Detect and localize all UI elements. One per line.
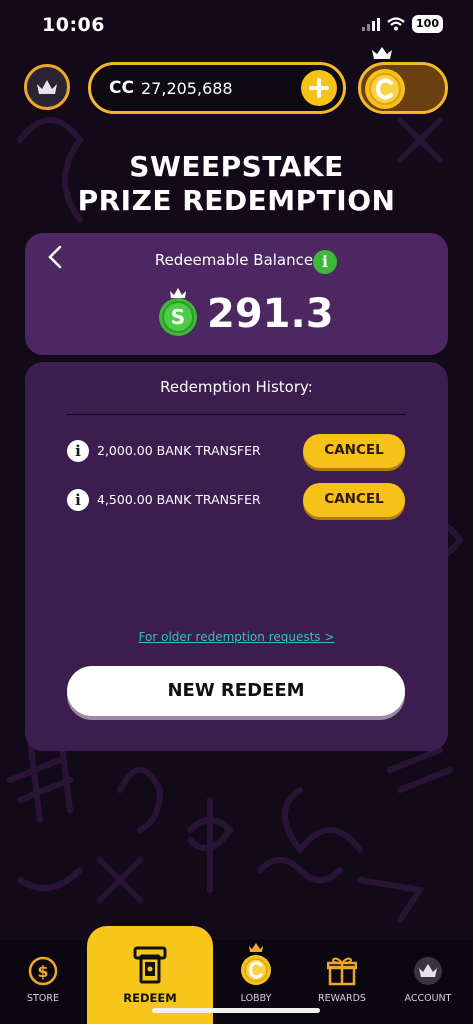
nav-label-redeem: REDEEM [123, 991, 177, 1005]
profile-crown-button[interactable] [24, 64, 70, 110]
coin-balance-pill: CC 27,205,688 [88, 62, 346, 114]
history-row: i 2,000.00 BANK TRANSFER CANCEL [67, 434, 407, 468]
balance-label: Redeemable Balance: [154, 251, 319, 269]
balance-card: Redeemable Balance: i S 291.3 [25, 233, 448, 355]
redeem-atm-icon [133, 946, 167, 984]
info-icon[interactable]: i [67, 440, 89, 462]
history-row: i 4,500.00 BANK TRANSFER CANCEL [67, 483, 407, 517]
info-icon[interactable]: i [67, 489, 89, 511]
plus-icon [309, 78, 329, 98]
new-redeem-button[interactable]: NEW REDEEM [67, 666, 405, 716]
sweeps-coin-icon: S [159, 288, 197, 336]
nav-label-lobby: LOBBY [240, 993, 272, 1004]
battery-indicator: 100 [412, 15, 443, 33]
older-requests-link[interactable]: For older redemption requests > [25, 630, 448, 644]
redemption-history-card: Redemption History: i 2,000.00 BANK TRAN… [25, 362, 448, 751]
page-title: SWEEPSTAKE PRIZE REDEMPTION [0, 150, 473, 218]
balance-value: 291.3 [207, 291, 334, 337]
toggle-crown-icon [372, 47, 392, 59]
currency-label: CC [109, 78, 134, 98]
nav-label-rewards: REWARDS [318, 993, 366, 1004]
status-bar: 10:06 100 [0, 0, 473, 52]
status-time: 10:06 [42, 14, 105, 36]
signal-icon [362, 17, 381, 31]
nav-item-account[interactable]: ACCOUNT [385, 940, 471, 1024]
nav-item-store[interactable]: $ STORE [0, 940, 86, 1024]
gift-icon [327, 957, 357, 986]
history-row-text: 2,000.00 BANK TRANSFER [97, 443, 261, 458]
svg-text:$: $ [37, 962, 48, 981]
nav-label-account: ACCOUNT [404, 993, 452, 1004]
status-icons: 100 [362, 15, 443, 33]
cancel-button[interactable]: CANCEL [303, 434, 405, 468]
gold-coin-icon [365, 69, 405, 109]
history-title: Redemption History: [160, 378, 313, 396]
cancel-button[interactable]: CANCEL [303, 483, 405, 517]
add-coins-button[interactable] [301, 70, 337, 106]
currency-value: 27,205,688 [141, 79, 233, 98]
balance-info-icon[interactable]: i [313, 250, 337, 274]
crown-avatar-icon [414, 957, 442, 985]
currency-toggle[interactable] [358, 62, 448, 114]
sweeps-coin-glyph: S [171, 305, 185, 329]
crown-icon [37, 80, 57, 94]
title-line-1: SWEEPSTAKE [129, 150, 344, 183]
nav-label-store: STORE [27, 993, 59, 1004]
top-header: CC 27,205,688 [0, 62, 473, 116]
title-line-2: PRIZE REDEMPTION [77, 184, 396, 217]
home-indicator[interactable] [152, 1008, 320, 1013]
wifi-icon [387, 17, 405, 31]
history-divider [67, 414, 406, 415]
crown-coin-icon [241, 943, 271, 985]
history-row-text: 4,500.00 BANK TRANSFER [97, 492, 261, 507]
dollar-coin-icon: $ [28, 956, 58, 986]
